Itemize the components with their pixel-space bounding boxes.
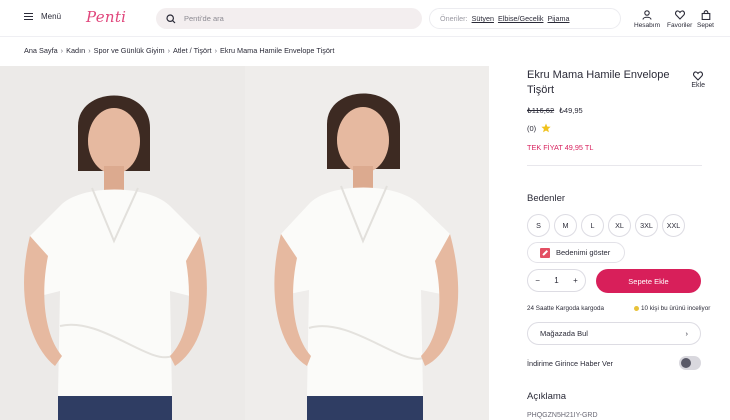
search-input[interactable]: [184, 14, 384, 23]
size-option-l[interactable]: L: [581, 214, 604, 237]
quantity-value: 1: [554, 276, 559, 285]
increase-quantity-button[interactable]: +: [573, 276, 578, 285]
search-suggestions: Öneriler: Sütyen Elbise/Gecelik Pijama: [429, 8, 621, 29]
suggestion-link-pijama[interactable]: Pijama: [548, 14, 570, 23]
product-info: Ekru Mama Hamile Envelope Tişört Ekle: [527, 68, 705, 98]
breadcrumb-item[interactable]: Atlet / Tişört: [173, 46, 212, 55]
star-icon: [541, 123, 551, 133]
old-price: ₺116,62: [527, 106, 555, 115]
suggestions-label: Öneriler:: [440, 14, 468, 23]
heart-icon: [674, 10, 685, 20]
suggestion-link-sutyen[interactable]: Sütyen: [472, 14, 494, 23]
chevron-right-icon: ›: [685, 329, 689, 338]
notify-discount-toggle[interactable]: [679, 356, 701, 370]
size-option-xxl[interactable]: XXL: [662, 214, 685, 237]
viewers-text: 10 kişi bu ürünü inceliyor: [641, 305, 711, 312]
menu-button[interactable]: Menü: [24, 12, 61, 21]
favorites-button[interactable]: Favoriler: [667, 10, 692, 29]
notify-discount-label: İndirime Girince Haber Ver: [527, 359, 613, 368]
favorites-label: Favoriler: [667, 22, 693, 29]
product-photo-side[interactable]: [244, 66, 489, 420]
divider: [527, 165, 702, 166]
search-icon: [166, 13, 176, 23]
breadcrumb-item[interactable]: Kadın: [66, 46, 85, 55]
size-option-s[interactable]: S: [527, 214, 550, 237]
current-price: ₺49,95: [559, 106, 583, 115]
breadcrumb: Ana Sayfa › Kadın › Spor ve Günlük Giyim › …: [24, 46, 335, 55]
find-in-store-label: Mağazada Bul: [540, 329, 588, 338]
model-photo-illustration: [0, 66, 245, 420]
add-favorite-button[interactable]: Ekle: [691, 71, 705, 89]
breadcrumb-item[interactable]: Spor ve Günlük Giyim: [94, 46, 165, 55]
size-selector: S M L XL 3XL XXL: [527, 214, 685, 237]
size-option-m[interactable]: M: [554, 214, 577, 237]
account-button[interactable]: Hesabım: [634, 10, 660, 29]
add-to-cart-button[interactable]: Sepete Ekle: [596, 269, 701, 293]
top-header: Menü Penti Öneriler: Sütyen Elbise/Gecel…: [0, 0, 730, 37]
suggestion-link-elbise[interactable]: Elbise/Gecelik: [498, 14, 544, 23]
heart-icon: [693, 71, 704, 81]
menu-label: Menü: [41, 12, 62, 21]
ruler-icon: [540, 247, 550, 258]
product-photo-front[interactable]: [0, 66, 245, 420]
viewers-dot-icon: [634, 306, 639, 311]
breadcrumb-item[interactable]: Ana Sayfa: [24, 46, 58, 55]
breadcrumb-current: Ekru Mama Hamile Envelope Tişört: [220, 46, 335, 55]
size-option-xl[interactable]: XL: [608, 214, 631, 237]
size-option-3xl[interactable]: 3XL: [635, 214, 658, 237]
price-block: ₺116,62 ₺49,95: [527, 106, 583, 115]
find-in-store-button[interactable]: Mağazada Bul ›: [527, 322, 701, 345]
search-bar[interactable]: [156, 8, 422, 29]
bag-icon: [701, 10, 710, 20]
quantity-stepper: − 1 +: [527, 269, 586, 292]
add-favorite-label: Ekle: [691, 82, 705, 89]
model-photo-illustration: [244, 66, 489, 420]
rating-count: (0): [527, 123, 537, 133]
user-icon: [642, 10, 652, 20]
rating-block[interactable]: (0): [527, 123, 551, 133]
penti-logo[interactable]: Penti: [86, 8, 126, 26]
sizes-heading: Bedenler: [527, 193, 566, 204]
account-label: Hesabım: [634, 22, 661, 29]
product-sku: PHQGZN5H21IY-GRD: [527, 412, 598, 419]
cart-button[interactable]: Sepet: [697, 10, 714, 29]
viewers-note: 10 kişi bu ürünü inceliyor: [634, 305, 710, 312]
menu-icon: [24, 13, 33, 21]
single-price-label: TEK FİYAT 49,95 TL: [527, 143, 594, 152]
product-title: Ekru Mama Hamile Envelope Tişört: [527, 69, 670, 96]
product-gallery: [0, 66, 489, 420]
cart-label: Sepet: [697, 22, 714, 29]
cargo-note: 24 Saatte Kargoda kargoda: [527, 305, 605, 312]
size-chart-button[interactable]: Bedenimi göster: [527, 242, 625, 263]
size-chart-label: Bedenimi göster: [556, 248, 611, 257]
description-heading: Açıklama: [527, 391, 567, 402]
decrease-quantity-button[interactable]: −: [535, 276, 540, 285]
